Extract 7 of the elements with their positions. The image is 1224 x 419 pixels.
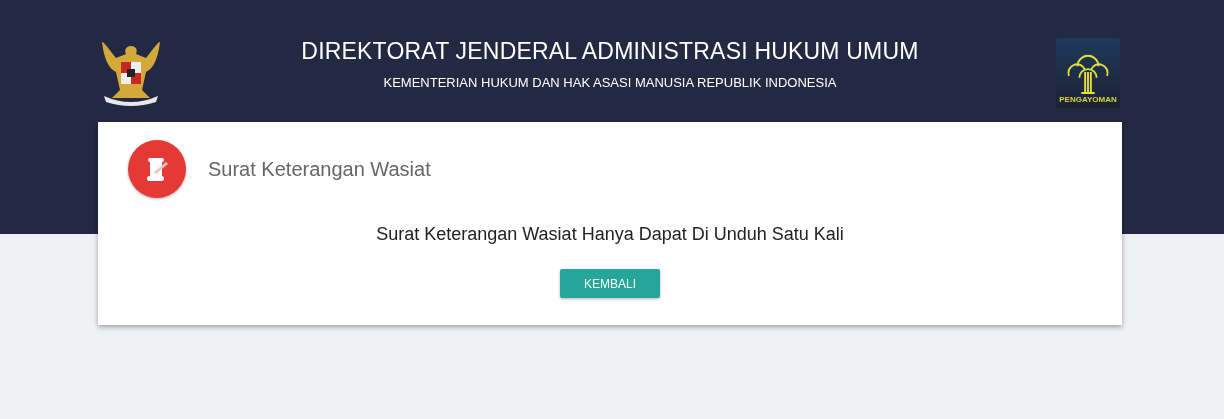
message-text: Surat Keterangan Wasiat Hanya Dapat Di Unduh Satu Kali <box>375 224 845 245</box>
scroll-icon <box>128 140 186 198</box>
back-button[interactable]: KEMBALI <box>560 269 660 298</box>
card-title: Surat Keterangan Wasiat <box>208 157 431 181</box>
logo-caption: PENGAYOMAN <box>1059 95 1117 104</box>
header-subtitle: KEMENTERIAN HUKUM DAN HAK ASASI MANUSIA REPUBLIK INDONESIA <box>383 75 837 90</box>
header-title: DIREKTORAT JENDERAL ADMINISTRASI HUKUM UMUM <box>301 38 919 65</box>
